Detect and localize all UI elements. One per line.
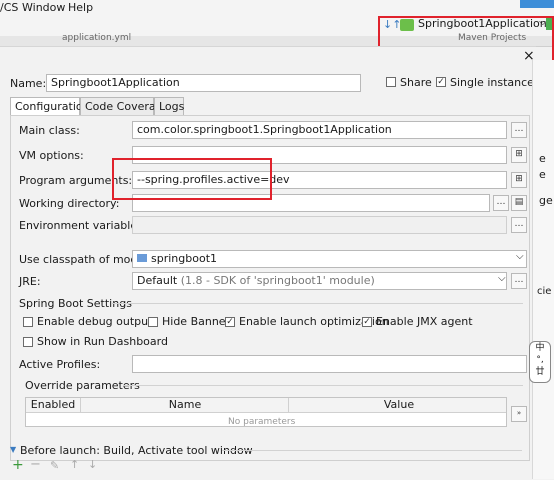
- vm-options-label: VM options:: [19, 149, 84, 162]
- vm-options-expand-icon[interactable]: ⊞: [511, 147, 527, 163]
- chevron-down-icon[interactable]: ⌵: [516, 251, 524, 262]
- working-directory-label: Working directory:: [19, 197, 120, 210]
- tab-logs[interactable]: Logs: [154, 97, 184, 115]
- jre-value: Default: [137, 274, 178, 287]
- main-class-input[interactable]: com.color.springboot1.Springboot1Applica…: [132, 121, 507, 139]
- environment-variables-browse-button[interactable]: …: [511, 217, 527, 233]
- show-in-run-dashboard-label: Show in Run Dashboard: [37, 335, 168, 348]
- active-profiles-label: Active Profiles:: [19, 358, 101, 371]
- hide-banner-label: Hide Banner: [162, 315, 231, 328]
- module-icon: [137, 254, 147, 262]
- hide-banner-checkbox[interactable]: [148, 317, 158, 327]
- tab-code-coverage[interactable]: Code Coverage: [80, 97, 169, 115]
- add-icon[interactable]: +: [12, 458, 24, 472]
- divider: [123, 385, 523, 386]
- jre-select[interactable]: Default (1.8 - SDK of 'springboot1' modu…: [132, 272, 507, 290]
- panel-fragment-text: cie: [537, 286, 552, 297]
- name-input[interactable]: Springboot1Application: [46, 74, 361, 92]
- share-label: Share: [400, 76, 432, 89]
- table-header: Enabled Name Value: [26, 398, 506, 413]
- enable-launch-optimization-checkbox[interactable]: ✓: [225, 317, 235, 327]
- enable-debug-output-checkbox[interactable]: [23, 317, 33, 327]
- name-label: Name:: [10, 77, 47, 90]
- macro-insert-icon[interactable]: ▤: [511, 195, 527, 211]
- working-directory-browse-button[interactable]: …: [493, 195, 509, 211]
- before-launch-label[interactable]: Before launch: Build, Activate tool wind…: [20, 444, 253, 457]
- single-instance-checkbox[interactable]: ✓: [436, 77, 446, 87]
- enable-jmx-agent-label: Enable JMX agent: [376, 315, 473, 328]
- ide-menubar: /CS Window Help: [0, 0, 554, 14]
- column-header-enabled[interactable]: Enabled: [26, 398, 80, 412]
- tab-configuration[interactable]: Configuration: [10, 97, 90, 115]
- jre-label: JRE:: [19, 275, 41, 288]
- remove-icon[interactable]: −: [30, 458, 41, 472]
- active-profiles-input[interactable]: [132, 355, 527, 373]
- ime-widget[interactable]: 中 °, 廿: [529, 341, 551, 383]
- share-checkbox[interactable]: [386, 77, 396, 87]
- move-up-icon[interactable]: ↑: [70, 458, 79, 471]
- ime-punct-char: °,: [536, 355, 544, 365]
- table-empty-text: No parameters: [228, 417, 296, 427]
- jre-browse-button[interactable]: …: [511, 273, 527, 289]
- ime-width-char: 廿: [535, 367, 545, 377]
- enable-debug-output-label: Enable debug output: [37, 315, 153, 328]
- ime-mode-char: 中: [535, 343, 545, 353]
- divider: [111, 303, 523, 304]
- show-in-run-dashboard-checkbox[interactable]: [23, 337, 33, 347]
- main-class-browse-button[interactable]: …: [511, 122, 527, 138]
- classpath-module-value: springboot1: [151, 252, 217, 265]
- window-controls[interactable]: [520, 0, 554, 8]
- panel-fragment-text: e: [539, 152, 546, 165]
- edit-icon[interactable]: ✎: [50, 459, 59, 472]
- triangle-down-icon[interactable]: ▼: [10, 445, 16, 454]
- main-class-label: Main class:: [19, 124, 80, 137]
- highlight-box-program-arguments: [112, 158, 272, 200]
- environment-variables-label: Environment variables:: [19, 219, 147, 232]
- run-config-dialog: × Name: Springboot1Application Share ✓ S…: [0, 46, 554, 480]
- column-header-name[interactable]: Name: [80, 398, 289, 412]
- environment-variables-input[interactable]: [132, 216, 507, 234]
- table-more-button[interactable]: »: [511, 406, 527, 422]
- enable-jmx-agent-checkbox[interactable]: ✓: [362, 317, 372, 327]
- jre-detail: (1.8 - SDK of 'springboot1' module): [180, 274, 375, 287]
- override-parameters-table[interactable]: Enabled Name Value No parameters: [25, 397, 507, 427]
- classpath-module-select[interactable]: springboot1: [132, 250, 527, 268]
- chevron-down-icon[interactable]: ⌵: [498, 273, 506, 284]
- editor-tab-yml[interactable]: application.yml: [62, 33, 131, 43]
- ide-right-panel: e e ge cie: [532, 60, 554, 479]
- panel-fragment-text: e: [539, 168, 546, 181]
- column-header-value[interactable]: Value: [288, 398, 506, 412]
- panel-fragment-text: ge: [539, 194, 553, 207]
- program-arguments-expand-icon[interactable]: ⊞: [511, 172, 527, 188]
- divider: [222, 450, 522, 451]
- menu-help[interactable]: Help: [68, 1, 93, 14]
- menu-window[interactable]: Window: [22, 1, 65, 14]
- move-down-icon[interactable]: ↓: [88, 458, 97, 471]
- menu-vcs[interactable]: /CS: [0, 1, 18, 14]
